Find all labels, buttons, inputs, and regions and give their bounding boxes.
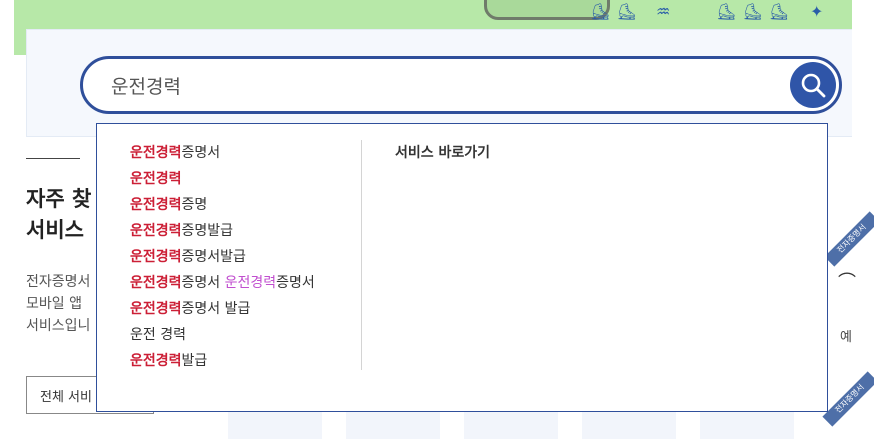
suggestion-highlight: 운전경력 [130, 223, 182, 239]
service-card[interactable] [228, 412, 322, 439]
suggestion-list: 운전경력증명서 운전경력 운전경력증명 운전경력증명발급 운전경력증명서발급 운전경력증명… [130, 140, 315, 374]
suggestion-text: 운전 경력 [130, 327, 186, 343]
suggestion-text: 증명발급 [181, 223, 234, 239]
suggestion-highlight: 운전경력 [130, 249, 182, 265]
suggestion-item[interactable]: 운전경력증명서 [130, 140, 315, 166]
service-card[interactable] [346, 412, 440, 439]
card-label: 예 [840, 330, 852, 345]
section-title: 자주 찾 서비스 [26, 187, 92, 242]
suggestion-highlight: 운전경력 [224, 275, 277, 291]
suggestion-item[interactable]: 운전경력발급 [130, 348, 315, 374]
suggestion-text: 증명서 [181, 275, 225, 291]
autocomplete-dropdown: 운전경력증명서 운전경력 운전경력증명 운전경력증명발급 운전경력증명서발급 운전경력증명… [96, 123, 828, 412]
card-illustration-icon: ⌒ [838, 272, 856, 293]
service-card-strip [228, 412, 852, 439]
dropdown-divider [361, 140, 362, 370]
suggestion-highlight: 운전경력 [130, 275, 182, 291]
section-description: 전자증명서 모바일 앱 서비스입니 [26, 274, 91, 334]
suggestion-text: 증명서 [276, 275, 315, 291]
section-divider [26, 158, 80, 159]
search-button[interactable] [790, 62, 836, 108]
search-box [80, 56, 842, 114]
suggestion-text: 발급 [181, 353, 208, 369]
banner-illustration-icon: ♒ [656, 2, 677, 21]
search-input[interactable] [111, 59, 751, 111]
suggestion-highlight: 운전경력 [130, 171, 182, 187]
suggestion-item[interactable]: 운전경력증명발급 [130, 218, 315, 244]
banner-illustration-icon: ✦ [810, 2, 830, 21]
suggestion-text: 증명 [181, 197, 208, 213]
suggestion-highlight: 운전경력 [130, 353, 182, 369]
suggestion-item[interactable]: 운전 경력 [130, 322, 315, 348]
suggestion-highlight: 운전경력 [130, 145, 182, 161]
suggestion-highlight: 운전경력 [130, 301, 182, 317]
banner-illustration-icon: ⛸⛸⛸ [716, 2, 795, 21]
suggestion-highlight: 운전경력 [130, 197, 182, 213]
search-icon [801, 73, 826, 98]
service-card[interactable] [700, 412, 794, 439]
suggestion-item[interactable]: 운전경력 [130, 166, 315, 192]
suggestion-item[interactable]: 운전경력증명서 발급 [130, 296, 315, 322]
suggestion-item[interactable]: 운전경력증명서 운전경력증명서 [130, 270, 315, 296]
suggestion-text: 증명서 [181, 145, 221, 161]
service-card[interactable] [582, 412, 676, 439]
banner-illustration-icon: ⛸⛸ [590, 2, 643, 21]
suggestion-text: 증명서발급 [181, 249, 246, 265]
card-ribbon: 전자증명서 [824, 211, 874, 267]
suggestion-item[interactable]: 운전경력증명 [130, 192, 315, 218]
service-card[interactable] [464, 412, 558, 439]
service-shortcut-title: 서비스 바로가기 [395, 145, 491, 161]
suggestion-item[interactable]: 운전경력증명서발급 [130, 244, 315, 270]
suggestion-text: 증명서 발급 [181, 301, 251, 317]
